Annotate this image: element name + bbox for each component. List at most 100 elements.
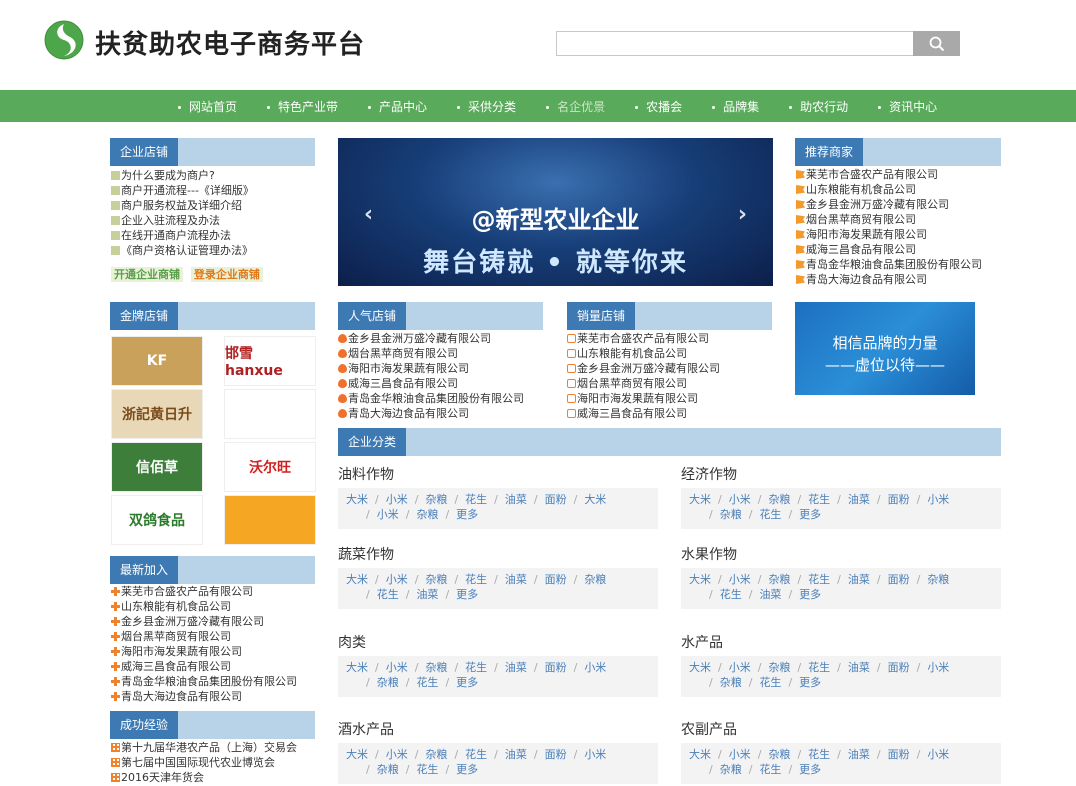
list-item[interactable]: 金乡县金洲万盛冷藏有限公司 — [567, 361, 789, 376]
list-item[interactable]: 莱芜市合盛农产品有限公司 — [567, 331, 789, 346]
list-item[interactable]: 企业入驻流程及办法 — [111, 213, 315, 228]
category-title[interactable]: 肉类 — [338, 632, 366, 652]
category-tag[interactable]: 杂粮 — [927, 572, 949, 587]
list-item[interactable]: 金乡县金洲万盛冷藏有限公司 — [111, 614, 315, 629]
category-tag[interactable]: 小米 — [927, 492, 949, 507]
search-button[interactable] — [913, 31, 960, 56]
category-tag[interactable]: 花生 — [377, 587, 399, 602]
nav-item[interactable]: 产品中心 — [368, 98, 427, 115]
ad-banner[interactable]: 相信品牌的力量 ——虚位以待—— — [795, 302, 975, 395]
list-item[interactable]: 在线开通商户流程办法 — [111, 228, 315, 243]
login-shop-link[interactable]: 登录企业商铺 — [190, 267, 263, 282]
list-item[interactable]: 青岛金华粮油食品集团股份有限公司 — [338, 391, 560, 406]
list-item[interactable]: 山东粮能有机食品公司 — [567, 346, 789, 361]
brand-logo[interactable]: 双鸽食品 — [111, 495, 203, 545]
search-input[interactable] — [556, 31, 914, 56]
list-item[interactable]: 烟台黑苹商贸有限公司 — [567, 376, 789, 391]
category-tag[interactable]: 小米 — [729, 492, 751, 507]
category-tag[interactable]: 更多 — [799, 762, 821, 777]
list-item[interactable]: 第七届中国国际现代农业博览会 — [111, 755, 315, 770]
category-tag[interactable]: 小米 — [584, 660, 606, 675]
category-tag[interactable]: 杂粮 — [768, 492, 790, 507]
list-item[interactable]: 山东粮能有机食品公司 — [111, 599, 315, 614]
category-tag[interactable]: 面粉 — [888, 747, 910, 762]
category-title[interactable]: 油料作物 — [338, 464, 394, 484]
category-tag[interactable]: 更多 — [456, 507, 478, 522]
category-tag[interactable]: 小米 — [927, 747, 949, 762]
category-tag[interactable]: 杂粮 — [377, 675, 399, 690]
list-item[interactable]: 2016天津年货会 — [111, 770, 315, 785]
category-tag[interactable]: 油菜 — [416, 587, 438, 602]
category-tag[interactable]: 杂粮 — [416, 507, 438, 522]
nav-item[interactable]: 采供分类 — [457, 98, 516, 115]
list-item[interactable]: 威海三昌食品有限公司 — [567, 406, 789, 421]
category-tag[interactable]: 更多 — [799, 507, 821, 522]
category-tag[interactable]: 花生 — [465, 747, 487, 762]
category-tag[interactable]: 小米 — [386, 747, 408, 762]
list-item[interactable]: 青岛金华粮油食品集团股份有限公司 — [796, 257, 1006, 272]
category-tag[interactable]: 小米 — [386, 660, 408, 675]
list-item[interactable]: 烟台黑苹商贸有限公司 — [111, 629, 315, 644]
nav-item[interactable]: 品牌集 — [712, 98, 759, 115]
category-tag[interactable]: 小米 — [377, 507, 399, 522]
nav-item[interactable]: 网站首页 — [178, 98, 237, 115]
category-tag[interactable]: 油菜 — [505, 747, 527, 762]
category-tag[interactable]: 花生 — [465, 492, 487, 507]
category-tag[interactable]: 更多 — [799, 587, 821, 602]
brand-logo[interactable]: 浙記黄日升 — [111, 389, 203, 439]
category-title[interactable]: 农副产品 — [681, 719, 737, 739]
list-item[interactable]: 海阳市海发果蔬有限公司 — [338, 361, 560, 376]
category-tag[interactable]: 杂粮 — [584, 572, 606, 587]
list-item[interactable]: 海阳市海发果蔬有限公司 — [111, 644, 315, 659]
list-item[interactable]: 商户开通流程---《详细版》 — [111, 183, 315, 198]
category-tag[interactable]: 油菜 — [505, 572, 527, 587]
category-tag[interactable]: 小米 — [386, 572, 408, 587]
brand-logo[interactable]: 信佰草 — [111, 442, 203, 492]
category-tag[interactable]: 面粉 — [888, 572, 910, 587]
category-tag[interactable]: 大米 — [689, 572, 711, 587]
category-tag[interactable]: 杂粮 — [768, 747, 790, 762]
brand-logo[interactable]: KF — [111, 336, 203, 386]
nav-item[interactable]: 名企优景 — [546, 98, 605, 115]
category-tag[interactable]: 大米 — [584, 492, 606, 507]
category-tag[interactable]: 面粉 — [888, 492, 910, 507]
list-item[interactable]: 青岛大海边食品有限公司 — [111, 689, 315, 704]
nav-item[interactable]: 资讯中心 — [878, 98, 937, 115]
category-tag[interactable]: 面粉 — [545, 747, 567, 762]
category-tag[interactable]: 杂粮 — [720, 507, 742, 522]
list-item[interactable]: 金乡县金洲万盛冷藏有限公司 — [338, 331, 560, 346]
category-tag[interactable]: 面粉 — [545, 660, 567, 675]
list-item[interactable]: 威海三昌食品有限公司 — [796, 242, 1006, 257]
category-tag[interactable]: 大米 — [346, 492, 368, 507]
list-item[interactable]: 《商户资格认证管理办法》 — [111, 243, 315, 258]
category-tag[interactable]: 油菜 — [848, 572, 870, 587]
category-tag[interactable]: 杂粮 — [425, 660, 447, 675]
logo-icon[interactable] — [44, 20, 84, 60]
category-tag[interactable]: 更多 — [456, 587, 478, 602]
category-tag[interactable]: 花生 — [808, 492, 830, 507]
list-item[interactable]: 山东粮能有机食品公司 — [796, 182, 1006, 197]
category-tag[interactable]: 油菜 — [848, 492, 870, 507]
list-item[interactable]: 商户服务权益及详细介绍 — [111, 198, 315, 213]
category-tag[interactable]: 油菜 — [848, 747, 870, 762]
brand-logo[interactable]: 沃尔旺 — [224, 442, 316, 492]
category-tag[interactable]: 更多 — [456, 675, 478, 690]
category-tag[interactable]: 油菜 — [848, 660, 870, 675]
category-tag[interactable]: 杂粮 — [425, 747, 447, 762]
category-tag[interactable]: 小米 — [729, 572, 751, 587]
list-item[interactable]: 青岛金华粮油食品集团股份有限公司 — [111, 674, 315, 689]
category-tag[interactable]: 杂粮 — [425, 492, 447, 507]
list-item[interactable]: 威海三昌食品有限公司 — [111, 659, 315, 674]
site-title[interactable]: 扶贫助农电子商务平台 — [95, 24, 365, 61]
category-tag[interactable]: 花生 — [416, 675, 438, 690]
nav-item[interactable]: 农播会 — [635, 98, 682, 115]
category-tag[interactable]: 杂粮 — [425, 572, 447, 587]
nav-item[interactable]: 特色产业带 — [267, 98, 338, 115]
category-tag[interactable]: 小米 — [729, 747, 751, 762]
category-tag[interactable]: 大米 — [689, 660, 711, 675]
list-item[interactable]: 威海三昌食品有限公司 — [338, 376, 560, 391]
category-tag[interactable]: 杂粮 — [768, 660, 790, 675]
list-item[interactable]: 为什么要成为商户? — [111, 168, 315, 183]
nav-item[interactable]: 助农行动 — [789, 98, 848, 115]
category-tag[interactable]: 花生 — [808, 747, 830, 762]
